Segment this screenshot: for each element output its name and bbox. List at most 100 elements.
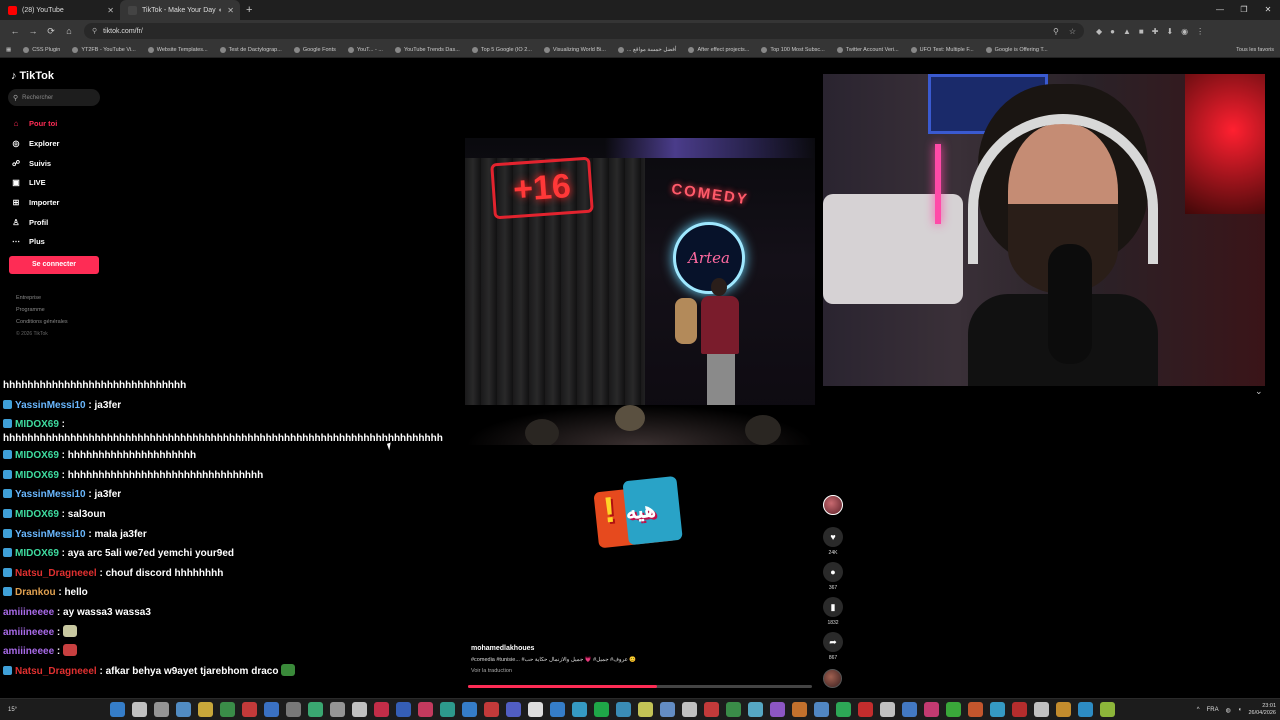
weather-widget[interactable]: 15° (0, 707, 60, 713)
taskbar-app-icon[interactable] (176, 702, 191, 717)
chat-username[interactable]: MIDOX69 (15, 548, 59, 559)
taskbar-app-icon[interactable] (660, 702, 675, 717)
footer-link-terms[interactable]: Conditions générales (16, 316, 68, 328)
like-icon[interactable]: ♥ (823, 527, 843, 547)
taskbar-app-icon[interactable] (792, 702, 807, 717)
taskbar-app-icon[interactable] (154, 702, 169, 717)
taskbar-app-icon[interactable] (726, 702, 741, 717)
forward-button[interactable]: → (24, 26, 42, 36)
extension-icon[interactable]: ● (1110, 27, 1115, 36)
taskbar-app-icon[interactable] (638, 702, 653, 717)
tiktok-logo[interactable]: ♪ TikTok (11, 70, 54, 82)
sidebar-item-plus[interactable]: ⋯ Plus (10, 232, 59, 252)
bookmark-item[interactable]: Visualizing World Bi... (543, 46, 606, 53)
taskbar-app-icon[interactable] (374, 702, 389, 717)
menu-icon[interactable]: ⋮ (1196, 27, 1204, 36)
profile-avatar-icon[interactable]: ◉ (1181, 27, 1188, 36)
all-bookmarks-button[interactable]: Tous les favoris (1236, 42, 1274, 57)
close-window-button[interactable]: ✕ (1256, 0, 1280, 20)
language-indicator[interactable]: FRA (1207, 707, 1219, 713)
taskbar-app-icon[interactable] (528, 702, 543, 717)
taskbar-app-icon[interactable] (440, 702, 455, 717)
speaker-icon[interactable]: ◖ (218, 7, 222, 14)
bookmark-item[interactable]: Twitter Account Veri... (836, 46, 899, 53)
tab-youtube[interactable]: (28) YouTube ✕ (0, 0, 120, 20)
zoom-icon[interactable]: ⚲ (1053, 27, 1059, 36)
puzzle-icon[interactable]: ✚ (1152, 27, 1159, 36)
chat-username[interactable]: MIDOX69 (15, 419, 59, 430)
extension-icon[interactable]: ◆ (1096, 27, 1102, 36)
download-icon[interactable]: ⬇ (1166, 27, 1173, 36)
new-tab-button[interactable]: + (246, 4, 252, 16)
sidebar-item-profil[interactable]: ♙ Profil (10, 212, 59, 232)
bookmark-item[interactable]: After effect projects... (688, 46, 749, 53)
minimize-button[interactable]: — (1208, 0, 1232, 20)
chat-username[interactable]: YassinMessi10 (15, 489, 86, 500)
taskbar-app-icon[interactable] (858, 702, 873, 717)
sidebar-item-pour-toi[interactable]: ⌂ Pour toi (10, 114, 59, 134)
tab-tiktok[interactable]: TikTok - Make Your Day ◖ ✕ (120, 0, 240, 20)
taskbar-app-icon[interactable] (1056, 702, 1071, 717)
taskbar-app-icon[interactable] (506, 702, 521, 717)
chat-username[interactable]: amiiineeee (3, 627, 54, 638)
taskbar-app-icon[interactable] (264, 702, 279, 717)
taskbar-app-icon[interactable] (330, 702, 345, 717)
tray-chevron-icon[interactable]: ^ (1197, 707, 1200, 713)
comment-icon[interactable]: ● (823, 562, 843, 582)
chat-username[interactable]: Natsu_Dragneeel (15, 666, 97, 677)
clock[interactable]: 23:01 26/04/2026 (1248, 703, 1276, 717)
login-button[interactable]: Se connecter (9, 256, 99, 274)
taskbar-app-icon[interactable] (198, 702, 213, 717)
caption-username[interactable]: mohamedlakhoues (471, 645, 811, 652)
taskbar-app-icon[interactable] (462, 702, 477, 717)
taskbar-app-icon[interactable] (748, 702, 763, 717)
extension-icon[interactable]: ■ (1139, 27, 1144, 36)
see-translation-link[interactable]: Voir la traduction (471, 668, 811, 674)
chat-username[interactable]: Drankou (15, 587, 56, 598)
bookmark-item[interactable]: Website Templates... (147, 46, 208, 53)
bookmark-icon[interactable]: ▮ (823, 597, 843, 617)
chat-username[interactable]: amiiineeee (3, 607, 54, 618)
bookmark-star-icon[interactable]: ☆ (1069, 27, 1076, 36)
taskbar-app-icon[interactable] (220, 702, 235, 717)
taskbar-app-icon[interactable] (946, 702, 961, 717)
taskbar-app-icon[interactable] (880, 702, 895, 717)
sidebar-item-importer[interactable]: ⊞ Importer (10, 193, 60, 213)
share-icon[interactable]: ➦ (823, 632, 843, 652)
chat-username[interactable]: Natsu_Dragneeel (15, 568, 97, 579)
extension-icon[interactable]: ▲ (1123, 27, 1131, 36)
back-button[interactable]: ← (6, 26, 24, 36)
creator-avatar[interactable] (823, 495, 843, 515)
taskbar-app-icon[interactable] (572, 702, 587, 717)
taskbar-app-icon[interactable] (1012, 702, 1027, 717)
video-progress-bar[interactable] (468, 685, 812, 688)
bookmark-item[interactable]: CSS Plugin (23, 46, 60, 53)
url-field[interactable]: ⚲ tiktok.com/fr/ ⚲ ☆ (84, 23, 1084, 39)
bookmark-item[interactable]: Test de Dactylograp... (219, 46, 282, 53)
taskbar-app-icon[interactable] (990, 702, 1005, 717)
taskbar-app-icon[interactable] (814, 702, 829, 717)
taskbar-app-icon[interactable] (616, 702, 631, 717)
taskbar-app-icon[interactable] (396, 702, 411, 717)
network-icon[interactable]: ◍ (1226, 707, 1231, 714)
chat-username[interactable]: MIDOX69 (15, 450, 59, 461)
taskbar-app-icon[interactable] (484, 702, 499, 717)
taskbar-app-icon[interactable] (704, 702, 719, 717)
taskbar-app-icon[interactable] (550, 702, 565, 717)
chat-username[interactable]: YassinMessi10 (15, 529, 86, 540)
bookmark-item[interactable]: Google is Offering T... (985, 46, 1048, 53)
taskbar-app-icon[interactable] (1034, 702, 1049, 717)
chat-username[interactable]: MIDOX69 (15, 470, 59, 481)
taskbar-app-icon[interactable] (1078, 702, 1093, 717)
sidebar-item-explorer[interactable]: ◎ Explorer (10, 134, 60, 154)
chat-username[interactable]: MIDOX69 (15, 509, 59, 520)
home-button[interactable]: ⌂ (60, 26, 78, 36)
taskbar-app-icon[interactable] (418, 702, 433, 717)
taskbar-app-icon[interactable] (968, 702, 983, 717)
taskbar-app-icon[interactable] (902, 702, 917, 717)
footer-link-program[interactable]: Programme (16, 304, 68, 316)
close-tab-icon[interactable]: ✕ (107, 6, 114, 15)
chat-username[interactable]: amiiineeee (3, 646, 54, 657)
taskbar-app-icon[interactable] (132, 702, 147, 717)
taskbar-app-icon[interactable] (1100, 702, 1115, 717)
